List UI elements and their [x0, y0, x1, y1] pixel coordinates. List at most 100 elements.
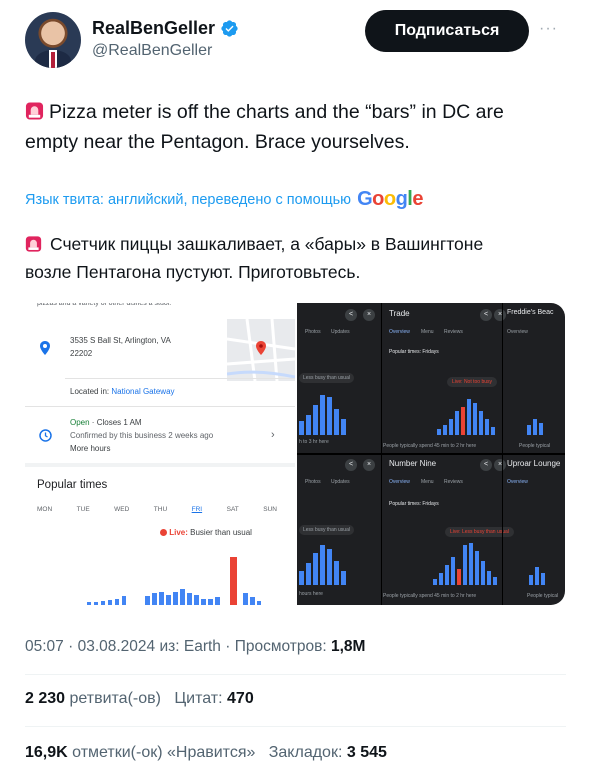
located-in-link[interactable]: National Gateway [111, 387, 174, 396]
tab-menu[interactable]: Menu [421, 479, 434, 485]
left-hours-note: hours here [299, 591, 323, 597]
close-icon[interactable]: × [363, 459, 375, 471]
tab-overview[interactable]: Overview [507, 329, 528, 335]
divider [25, 726, 566, 727]
days-row[interactable]: MON TUE WED THU FRI SAT SUN [37, 506, 277, 513]
quotes-label[interactable]: Цитат: [174, 690, 222, 707]
translation-note[interactable]: Язык твита: английский, переведено с пом… [25, 188, 423, 211]
time-spent-note: People typically spend 45 min to 2 hr he… [383, 443, 477, 449]
grid-divider [297, 453, 565, 455]
retweets-quotes-row: 2 230 ретвита(-ов) Цитат: 470 [25, 690, 254, 708]
translation-note-text[interactable]: Язык твита: английский, переведено с пом… [25, 192, 351, 208]
map-thumbnail[interactable] [226, 318, 296, 382]
tweet-text: Pizza meter is off the charts and the “b… [25, 97, 565, 157]
day-tab[interactable]: THU [154, 506, 167, 513]
close-icon[interactable]: × [494, 459, 506, 471]
more-hours[interactable]: More hours [70, 444, 110, 453]
chevron-right-icon[interactable]: › [271, 429, 275, 441]
likes-label[interactable]: отметки(-ок) «Нравится» [72, 744, 255, 761]
views-count: 1,8M [330, 638, 366, 655]
hours-status[interactable]: Open · Closes 1 AM [70, 418, 142, 427]
views-label: Просмотров: [234, 638, 327, 655]
close-icon[interactable]: × [363, 309, 375, 321]
likes-count[interactable]: 16,9K [25, 744, 68, 761]
display-name[interactable]: RealBenGeller [92, 18, 239, 39]
avatar[interactable] [25, 12, 81, 68]
tweet-date[interactable]: 03.08.2024 [78, 638, 156, 655]
day-tab[interactable]: TUE [77, 506, 90, 513]
share-icon[interactable]: < [345, 459, 357, 471]
time-spent-note: People typically spend 45 min to 2 hr he… [383, 593, 477, 599]
popular-times-title: Popular times [37, 479, 108, 491]
divider [65, 378, 295, 379]
retweets-label[interactable]: ретвита(-ов) [70, 690, 161, 707]
time-spent-note: People typical [519, 443, 551, 449]
bookmarks-count: 3 545 [346, 744, 387, 761]
tweet-media[interactable]: pizzas and a variety of other dishes a s… [25, 303, 565, 605]
address-line1: 3535 S Ball St, Arlington, VA [70, 336, 171, 345]
day-tab[interactable]: SUN [263, 506, 277, 513]
day-tab-selected[interactable]: FRI [192, 506, 202, 513]
tweet-header: RealBenGeller @RealBenGeller Подписаться… [0, 0, 591, 80]
venue-name: Trade [389, 309, 410, 318]
venue-name: Uproar Lounge [507, 459, 561, 468]
share-icon[interactable]: < [345, 309, 357, 321]
tab-photos[interactable]: Photos [305, 479, 321, 485]
hours-close: · Closes 1 AM [89, 418, 142, 427]
located-in: Located in: National Gateway [70, 387, 175, 396]
location-pin-icon [40, 341, 50, 355]
retweets-count[interactable]: 2 230 [25, 690, 65, 707]
police-light-emoji-icon [25, 102, 44, 120]
translated-line2: возле Пентагона пустуют. Приготовьтесь. [25, 262, 361, 282]
less-busy-pill: Less busy than usual [299, 525, 354, 535]
time-spent-note: People typical [527, 593, 559, 599]
tweet-time[interactable]: 05:07 [25, 638, 64, 655]
tab-reviews[interactable]: Reviews [444, 479, 463, 485]
day-tab[interactable]: SAT [227, 506, 239, 513]
google-logo: Google [357, 188, 423, 210]
bookmarks-label: Закладок: [268, 744, 343, 761]
hours-open: Open [70, 418, 90, 427]
divider [25, 674, 566, 675]
hours-confirmed: Confirmed by this business 2 weeks ago [70, 431, 214, 440]
tab-overview[interactable]: Overview [389, 329, 410, 335]
less-busy-pill: Less busy than usual [299, 373, 354, 383]
tab-reviews[interactable]: Reviews [444, 329, 463, 335]
verified-badge-icon [221, 20, 238, 37]
translated-line1: Счетчик пиццы зашкаливает, а «бары» в Ва… [50, 234, 484, 254]
address-line2: 22202 [70, 349, 93, 358]
tab-menu[interactable]: Menu [421, 329, 434, 335]
tweet-text-line1: Pizza meter is off the charts and the “b… [49, 101, 504, 123]
dark-bars-screenshots[interactable]: Trade Freddie's Beac < × < × Photos Upda… [297, 303, 565, 605]
tab-photos[interactable]: Photos [305, 329, 321, 335]
live-dot-icon [160, 529, 167, 536]
police-light-emoji-icon [25, 236, 42, 252]
share-icon[interactable]: < [480, 309, 492, 321]
tab-overview[interactable]: Overview [507, 479, 528, 485]
live-status: Live: Busier than usual [160, 528, 252, 537]
subscribe-button[interactable]: Подписаться [365, 10, 529, 52]
cut-text: pizzas and a variety of other dishes a s… [37, 303, 172, 307]
more-options-icon[interactable]: ··· [539, 20, 558, 38]
tab-overview[interactable]: Overview [389, 479, 410, 485]
display-name-text[interactable]: RealBenGeller [92, 18, 215, 39]
quotes-count[interactable]: 470 [227, 690, 254, 707]
tab-updates[interactable]: Updates [331, 479, 350, 485]
dark-bar-chart-bottom [299, 543, 545, 585]
live-text: Busier than usual [187, 528, 252, 537]
close-icon[interactable]: × [494, 309, 506, 321]
author-block[interactable]: RealBenGeller @RealBenGeller [92, 18, 239, 60]
handle[interactable]: @RealBenGeller [92, 42, 239, 60]
share-icon[interactable]: < [480, 459, 492, 471]
day-tab[interactable]: MON [37, 506, 52, 513]
located-in-prefix: Located in: [70, 387, 112, 396]
venue-name: Freddie's Beac [507, 309, 554, 316]
day-tab[interactable]: WED [114, 506, 129, 513]
clock-icon [39, 429, 52, 442]
tab-updates[interactable]: Updates [331, 329, 350, 335]
section-divider [25, 463, 295, 467]
tweet-source: Earth [183, 638, 221, 655]
maps-listing-screenshot[interactable]: pizzas and a variety of other dishes a s… [25, 303, 296, 605]
venue-name: Number Nine [389, 459, 437, 468]
live-label: Live: [169, 528, 188, 537]
